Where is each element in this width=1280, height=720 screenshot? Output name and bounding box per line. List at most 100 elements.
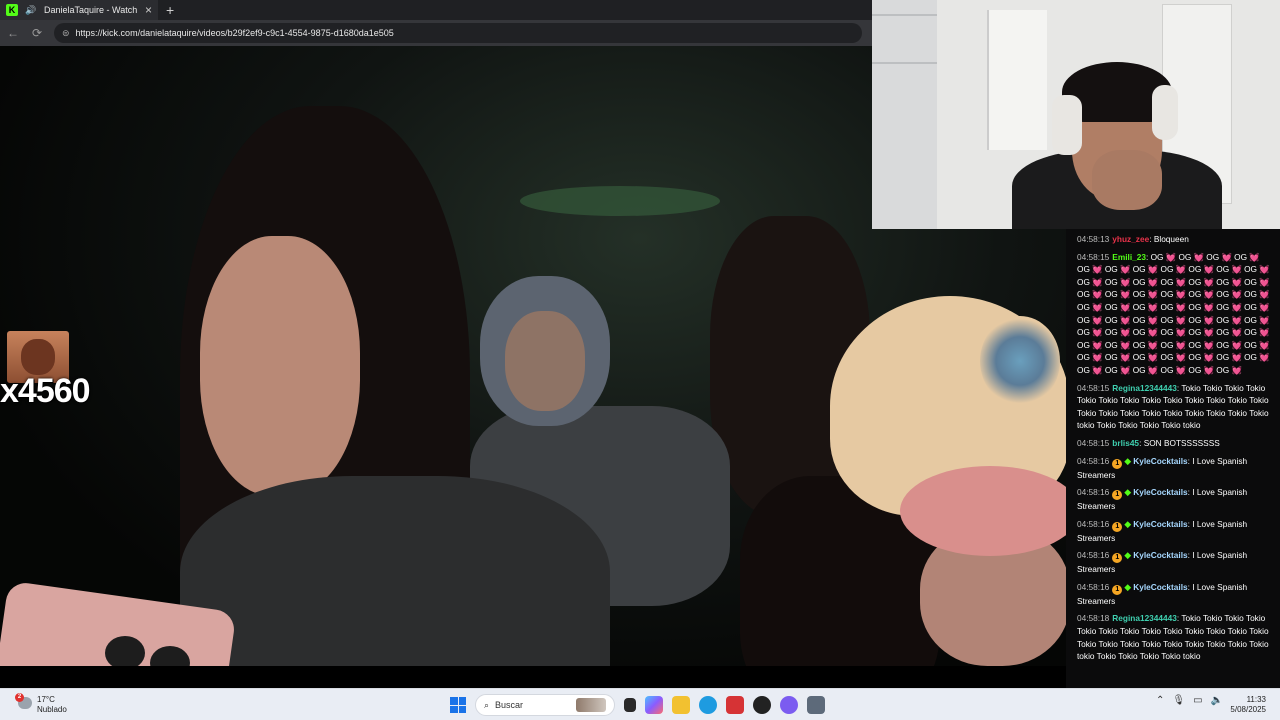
chat-message: 04:58:16 1 ◆ KyleCocktails: I Love Spanish … bbox=[1077, 581, 1270, 608]
emote-counter: x4560 bbox=[0, 372, 91, 410]
gem-badge-icon: ◆ bbox=[1124, 518, 1132, 529]
browser-addressbar: ← ⟳ ⊜ https://kick.com/danielataquire/vi… bbox=[0, 20, 872, 46]
chat-timestamp: 04:58:15 bbox=[1077, 382, 1110, 393]
video-bottom-bar bbox=[0, 666, 1066, 688]
gem-badge-icon: ◆ bbox=[1124, 550, 1132, 561]
chat-text: Bloqueen bbox=[1153, 234, 1189, 244]
close-tab-icon[interactable]: × bbox=[145, 3, 152, 17]
webcam-shelf-line bbox=[872, 14, 937, 16]
clock[interactable]: 11:33 5/08/2025 bbox=[1230, 695, 1266, 715]
weather-text: 17°C Nublado bbox=[37, 695, 67, 715]
chat-username[interactable]: KyleCocktails bbox=[1133, 550, 1187, 560]
search-icon: ⌕ bbox=[484, 699, 490, 710]
url-text: https://kick.com/danielataquire/videos/b… bbox=[75, 28, 394, 38]
weather-desc: Nublado bbox=[37, 705, 67, 714]
chat-message: 04:58:16 1 ◆ KyleCocktails: I Love Spanish … bbox=[1077, 518, 1270, 545]
windows-start-icon[interactable] bbox=[450, 697, 466, 713]
gem-badge-icon: ◆ bbox=[1124, 455, 1132, 466]
webcam-shelf-line bbox=[872, 62, 937, 64]
chat-username[interactable]: KyleCocktails bbox=[1133, 456, 1187, 466]
chat-timestamp: 04:58:16 bbox=[1077, 487, 1110, 498]
file-explorer-icon[interactable] bbox=[672, 696, 690, 714]
chat-text: OG 💓 OG 💓 OG 💓 OG 💓 OG 💓 OG 💓 OG 💓 OG 💓 … bbox=[1077, 251, 1270, 375]
chat-panel: 04:58:13 yhuz_zee: Bloqueen 04:58:15 Emili_… bbox=[1066, 229, 1280, 688]
search-label: Buscar bbox=[495, 700, 524, 710]
cloud-icon: 2 bbox=[15, 693, 32, 709]
red-app-icon[interactable] bbox=[726, 696, 744, 714]
chat-message: 04:58:16 1 ◆ KyleCocktails: I Love Spanish … bbox=[1077, 455, 1270, 482]
kick-favicon-icon: K bbox=[6, 4, 18, 16]
chat-username[interactable]: brlis45 bbox=[1112, 438, 1139, 448]
video-scene-figure bbox=[200, 236, 360, 496]
browser-tabbar: K 🔊 DanielaTaquire - Watch the V × + bbox=[0, 0, 872, 20]
chat-message: 04:58:16 1 ◆ KyleCocktails: I Love Spanish … bbox=[1077, 486, 1270, 513]
settings-gear-icon[interactable] bbox=[807, 696, 825, 714]
chat-username[interactable]: Emili_23 bbox=[1112, 252, 1146, 262]
subscriber-badge-icon: 1 bbox=[1112, 553, 1123, 564]
subscriber-badge-icon: 1 bbox=[1112, 490, 1123, 501]
subscriber-badge-icon: 1 bbox=[1112, 458, 1123, 469]
screen: K 🔊 DanielaTaquire - Watch the V × + ← ⟳… bbox=[0, 0, 1280, 720]
gem-badge-icon: ◆ bbox=[1124, 487, 1132, 498]
browser-tab[interactable]: K 🔊 DanielaTaquire - Watch the V × bbox=[0, 0, 158, 20]
chat-username[interactable]: Regina12344443 bbox=[1112, 383, 1177, 393]
url-field[interactable]: ⊜ https://kick.com/danielataquire/videos… bbox=[54, 23, 862, 43]
subscriber-badge-icon: 1 bbox=[1112, 584, 1123, 595]
chat-message: 04:58:15 brlis45: SON BOTSSSSSSS bbox=[1077, 437, 1270, 450]
chat-message: 04:58:15 Regina12344443: Tokio Tokio Toki… bbox=[1077, 382, 1270, 432]
car-roof-light bbox=[520, 186, 720, 216]
clock-time: 11:33 bbox=[1246, 695, 1266, 704]
edge-browser-icon[interactable] bbox=[699, 696, 717, 714]
weather-temp: 17°C bbox=[37, 695, 55, 704]
microphone-icon[interactable]: 🎙 bbox=[1172, 695, 1185, 706]
new-tab-button[interactable]: + bbox=[166, 2, 174, 18]
video-scene-figure bbox=[180, 476, 610, 688]
headphones-icon bbox=[1152, 85, 1178, 140]
subscriber-badge-icon: 1 bbox=[1112, 521, 1123, 532]
headphones-icon bbox=[1052, 95, 1082, 155]
chat-timestamp: 04:58:15 bbox=[1077, 251, 1110, 262]
chat-timestamp: 04:58:13 bbox=[1077, 234, 1110, 244]
network-icon[interactable]: ▭ bbox=[1193, 695, 1202, 706]
chat-timestamp: 04:58:16 bbox=[1077, 518, 1110, 529]
chat-username[interactable]: Regina12344443 bbox=[1112, 613, 1177, 623]
chat-message: 04:58:15 Emili_23: OG 💓 OG 💓 OG 💓 OG 💓 OG… bbox=[1077, 251, 1270, 377]
discord-icon[interactable] bbox=[780, 696, 798, 714]
search-highlight-image bbox=[576, 698, 606, 712]
webcam-shelf bbox=[872, 0, 937, 229]
chrome-browser-icon[interactable] bbox=[753, 696, 771, 714]
video-scene-phone-camera bbox=[105, 636, 145, 670]
emote-face bbox=[21, 339, 55, 375]
video-scene-cap-logo bbox=[980, 316, 1060, 406]
chat-timestamp: 04:58:18 bbox=[1077, 613, 1110, 624]
chat-username[interactable]: KyleCocktails bbox=[1133, 519, 1187, 529]
task-view-icon[interactable] bbox=[624, 698, 636, 712]
streamer-webcam bbox=[872, 0, 1280, 229]
gem-badge-icon: ◆ bbox=[1124, 581, 1132, 592]
weather-widget[interactable]: 2 17°C Nublado bbox=[15, 693, 67, 715]
tab-title: DanielaTaquire - Watch the V bbox=[44, 5, 139, 15]
copilot-icon[interactable] bbox=[645, 696, 663, 714]
chat-username[interactable]: KyleCocktails bbox=[1133, 487, 1187, 497]
chat-message: 04:58:13 yhuz_zee: Bloqueen bbox=[1077, 233, 1270, 246]
chat-username[interactable]: yhuz_zee bbox=[1112, 234, 1149, 244]
chat-username[interactable]: KyleCocktails bbox=[1133, 582, 1187, 592]
back-arrow-icon[interactable]: ← bbox=[6, 26, 20, 40]
chat-timestamp: 04:58:16 bbox=[1077, 550, 1110, 561]
chat-message: 04:58:16 1 ◆ KyleCocktails: I Love Spanish … bbox=[1077, 549, 1270, 576]
reload-icon[interactable]: ⟳ bbox=[30, 26, 44, 40]
chat-text: SON BOTSSSSSSS bbox=[1143, 437, 1220, 448]
site-info-icon[interactable]: ⊜ bbox=[62, 28, 70, 39]
taskbar-apps: ⌕ Buscar bbox=[450, 693, 825, 717]
speaker-icon[interactable]: 🔊 bbox=[24, 5, 38, 16]
video-scene-figure bbox=[505, 311, 585, 411]
chat-timestamp: 04:58:15 bbox=[1077, 437, 1110, 448]
volume-icon[interactable]: 🔈 bbox=[1211, 695, 1223, 706]
chevron-up-icon[interactable]: ⌃ bbox=[1156, 695, 1164, 706]
windows-taskbar: 2 17°C Nublado ⌕ Buscar ⌃ � bbox=[0, 688, 1280, 720]
taskbar-search[interactable]: ⌕ Buscar bbox=[475, 694, 615, 716]
system-tray: ⌃ 🎙 ▭ 🔈 bbox=[1156, 695, 1223, 706]
webcam-person-hand bbox=[1092, 150, 1162, 210]
video-scene-cap-brim bbox=[900, 466, 1066, 556]
chat-timestamp: 04:58:16 bbox=[1077, 455, 1110, 466]
